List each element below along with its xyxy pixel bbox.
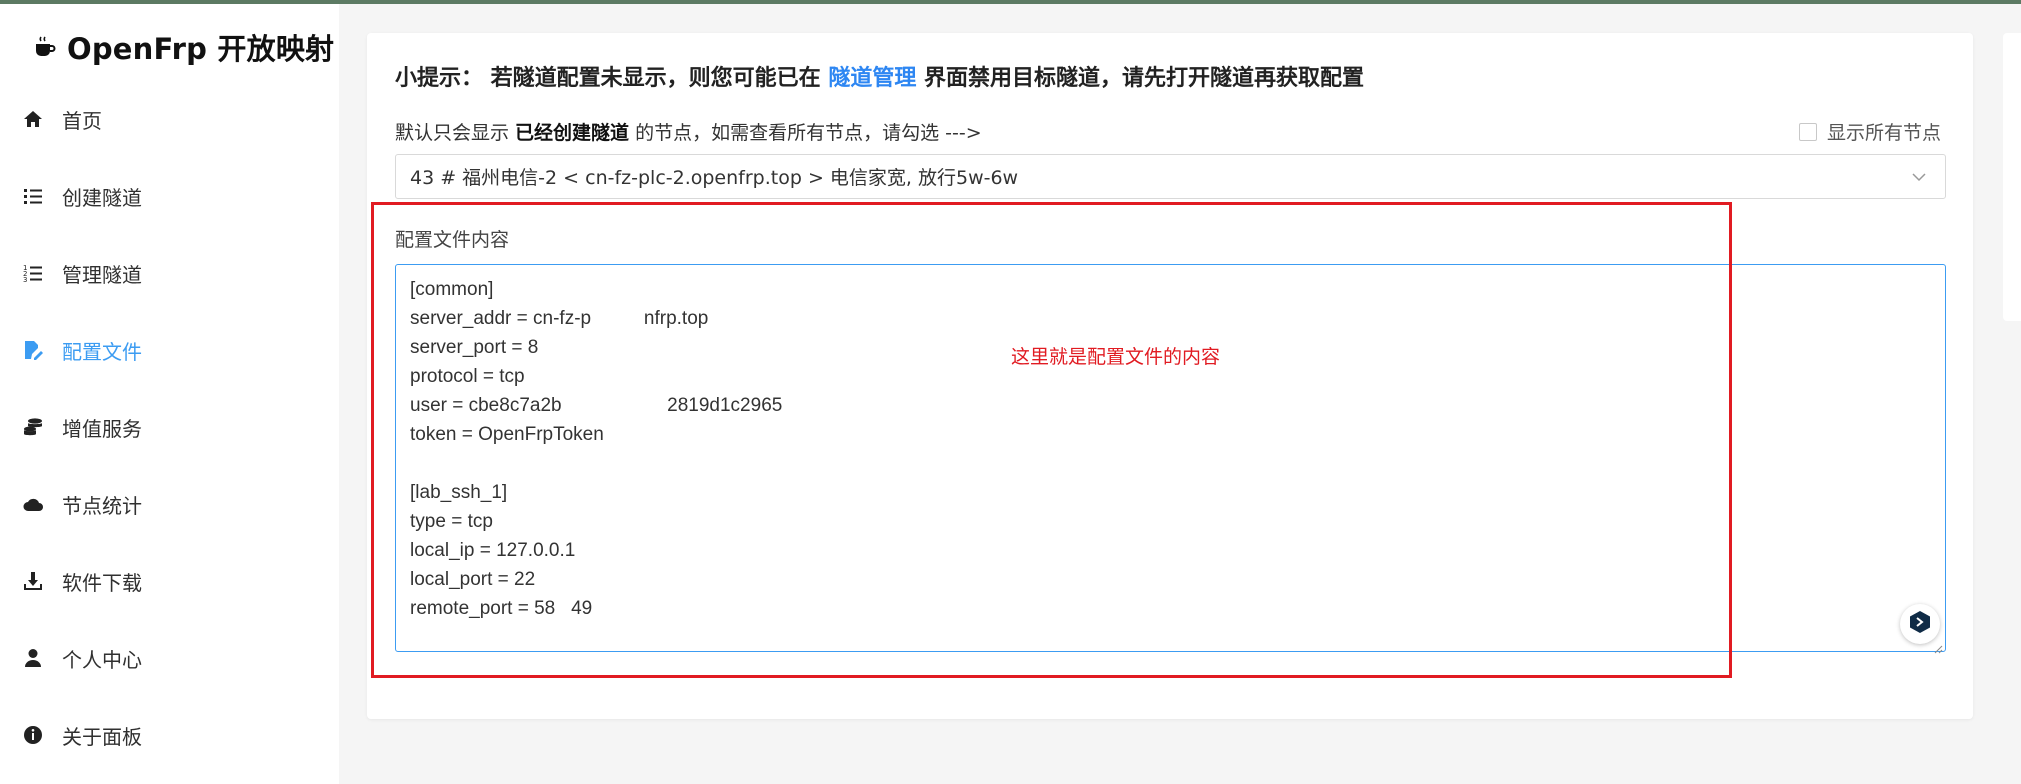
sidebar-item-profile[interactable]: 个人中心 — [22, 638, 322, 678]
sidebar-item-manage-tunnel[interactable]: 123 管理隧道 — [22, 253, 322, 293]
tunnel-manage-link[interactable]: 隧道管理 — [828, 66, 916, 91]
download-icon — [22, 570, 44, 592]
node-select[interactable]: 43 # 福州电信-2 < cn-fz-plc-2.openfrp.top > … — [395, 154, 1946, 199]
sidebar-item-config-file[interactable]: 配置文件 — [22, 330, 322, 370]
resize-grip-icon[interactable] — [1933, 639, 1943, 654]
sidebar-item-node-stats[interactable]: 节点统计 — [22, 484, 322, 524]
home-icon — [22, 108, 44, 130]
info-icon — [22, 724, 44, 746]
app-title: OpenFrp 开放映射 — [67, 32, 335, 66]
hint-suffix: 的节点，如需查看所有节点，请勾选 ---> — [629, 122, 982, 144]
translate-assistant-button[interactable] — [1900, 604, 1940, 644]
sidebar-item-label: 关于面板 — [62, 724, 142, 749]
sidebar-item-download[interactable]: 软件下载 — [22, 561, 322, 601]
coins-icon — [22, 416, 44, 438]
annotation-box — [371, 202, 1732, 678]
show-all-nodes-label: 显示所有节点 — [1827, 122, 1942, 144]
node-hint-text: 默认只会显示 已经创建隧道 的节点，如需查看所有节点，请勾选 ---> — [395, 118, 982, 145]
ordered-list-icon: 123 — [22, 262, 44, 284]
annotation-label: 这里就是配置文件的内容 — [1011, 346, 1221, 368]
sidebar-item-label: 软件下载 — [62, 570, 142, 595]
tip-suffix: 界面禁用目标隧道，请先打开隧道再获取配置 — [916, 66, 1365, 91]
coffee-cup-icon — [33, 35, 57, 59]
sidebar-item-label: 管理隧道 — [62, 262, 142, 287]
sidebar-item-create-tunnel[interactable]: 创建隧道 — [22, 176, 322, 216]
assistant-logo-icon — [1907, 609, 1933, 639]
sidebar-item-value-added[interactable]: 增值服务 — [22, 407, 322, 447]
sidebar-item-label: 首页 — [62, 108, 102, 133]
sidebar-item-label: 创建隧道 — [62, 185, 142, 210]
show-all-nodes-checkbox[interactable] — [1799, 122, 1817, 141]
show-all-nodes-toggle[interactable]: 显示所有节点 — [1799, 118, 1941, 145]
node-select-value: 43 # 福州电信-2 < cn-fz-plc-2.openfrp.top > … — [410, 167, 1019, 189]
hint-prefix: 默认只会显示 — [395, 122, 516, 144]
tip-prefix: 小提示： 若隧道配置未显示，则您可能已在 — [395, 66, 829, 91]
sidebar-item-home[interactable]: 首页 — [22, 99, 322, 139]
cloud-icon — [22, 493, 44, 515]
file-edit-icon — [22, 339, 44, 361]
tip-text: 小提示： 若隧道配置未显示，则您可能已在 隧道管理 界面禁用目标隧道，请先打开隧… — [395, 60, 1364, 92]
chevron-down-icon — [1911, 169, 1927, 185]
hint-bold: 已经创建隧道 — [515, 122, 630, 144]
sidebar-item-label: 个人中心 — [62, 647, 142, 672]
brand[interactable]: OpenFrp 开放映射 — [33, 26, 334, 68]
sidebar-item-label: 增值服务 — [62, 416, 142, 441]
list-icon — [22, 185, 44, 207]
svg-text:3: 3 — [23, 276, 27, 284]
sidebar-item-label: 配置文件 — [62, 339, 142, 364]
side-panel-edge — [2003, 33, 2021, 321]
user-icon — [22, 647, 44, 669]
sidebar-item-about[interactable]: 关于面板 — [22, 715, 322, 755]
sidebar-item-label: 节点统计 — [62, 493, 142, 518]
